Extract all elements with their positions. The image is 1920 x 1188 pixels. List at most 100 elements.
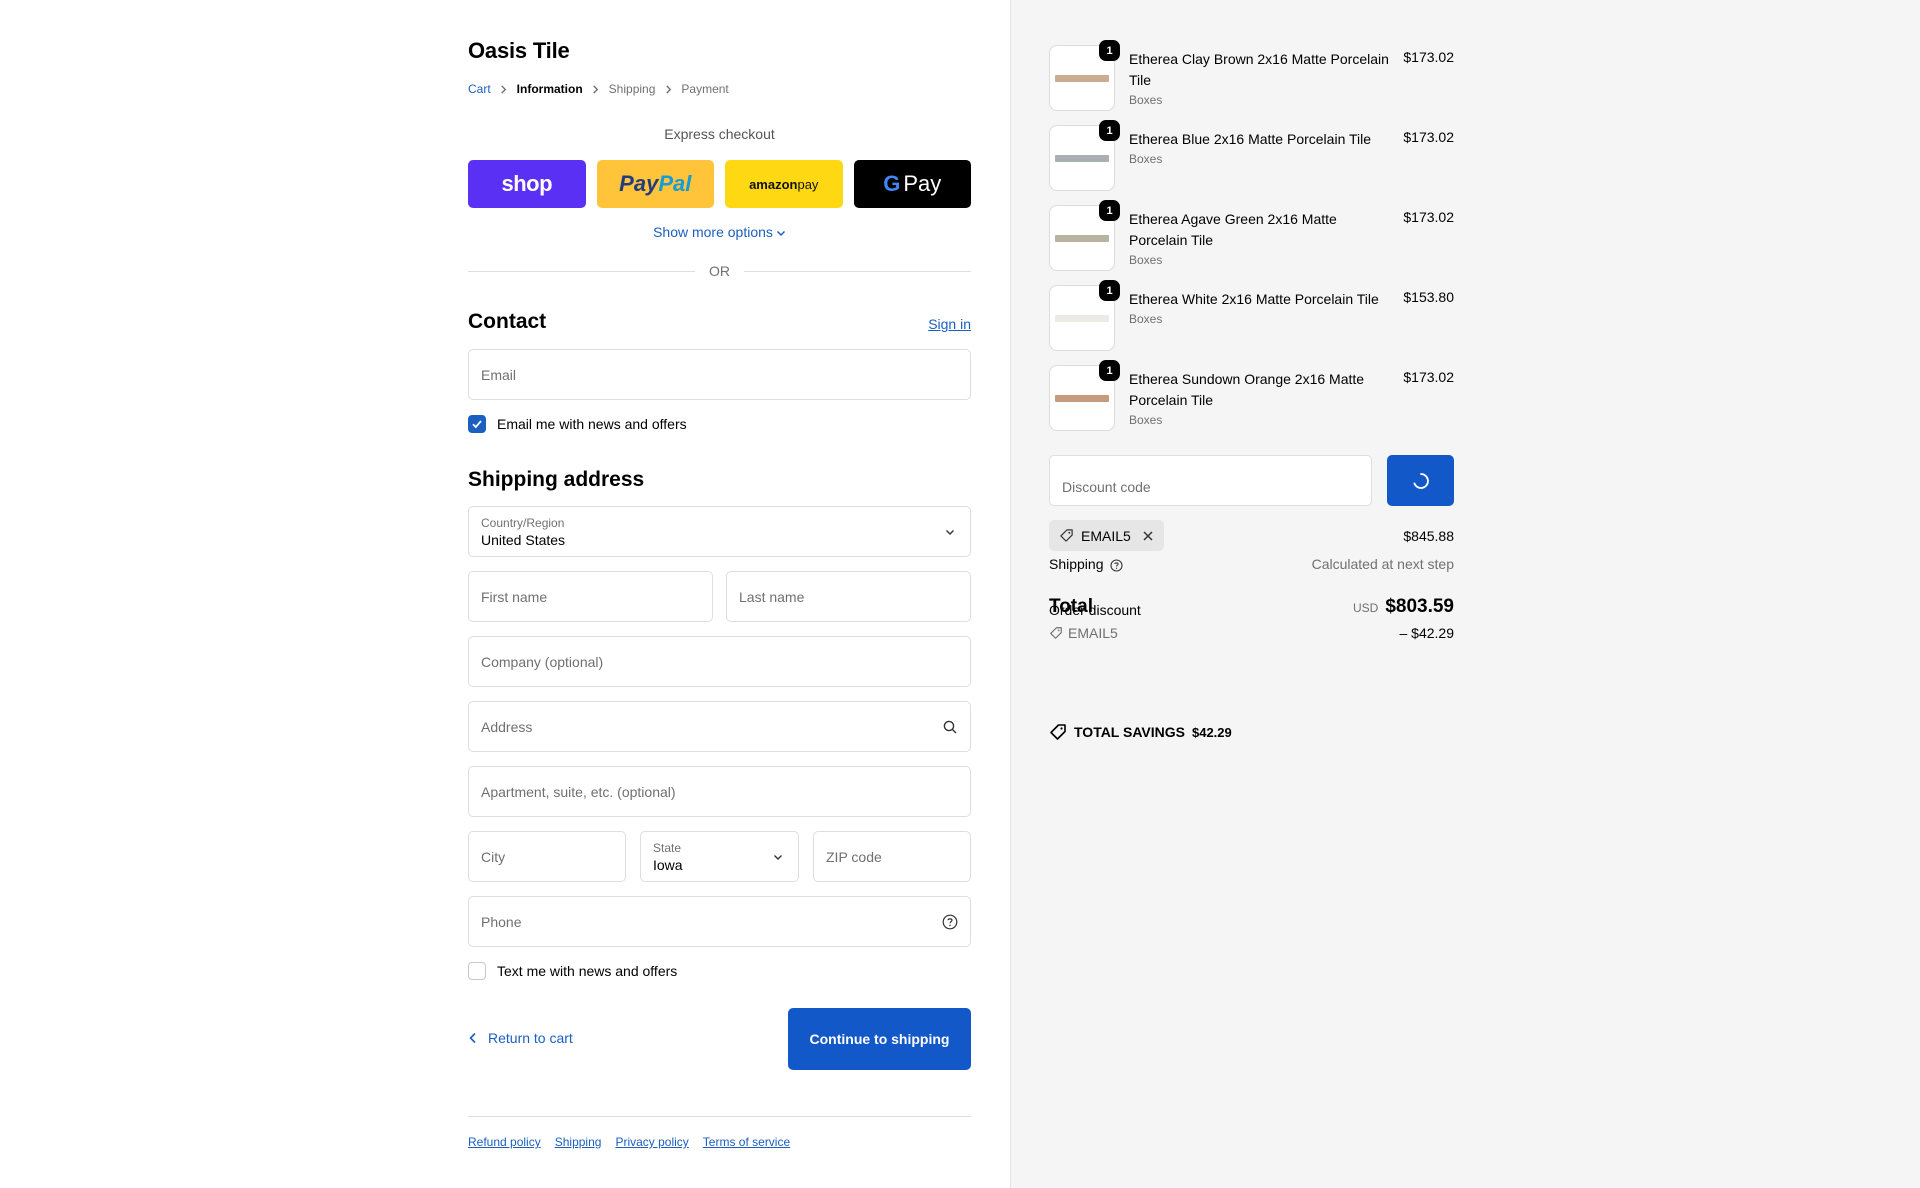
product-variant: Boxes	[1129, 413, 1163, 427]
divider-line	[744, 270, 971, 272]
order-discount-label: Order discount	[1049, 602, 1141, 618]
last-name-field[interactable]: Last name	[726, 571, 971, 622]
shop-pay-logo: shop	[501, 171, 553, 196]
sms-news-label: Text me with news and offers	[497, 963, 678, 979]
tile-swatch	[1055, 395, 1109, 402]
checkout-main-column: Oasis Tile Cart Information Shipping Pay…	[0, 0, 1010, 1188]
sign-in-link[interactable]: Sign in	[928, 316, 971, 332]
product-name: Etherea Sundown Orange 2x16 Matte Porcel…	[1129, 371, 1365, 408]
total-savings-amount: $42.29	[1191, 724, 1232, 740]
product-info: Etherea Agave Green 2x16 Matte Porcelain…	[1129, 209, 1391, 269]
tag-icon	[1050, 627, 1062, 639]
discount-line: EMAIL5 – $42.29	[1049, 625, 1454, 641]
state-label: State	[653, 840, 682, 855]
email-news-option[interactable]: Email me with news and offers	[468, 415, 687, 433]
google-pay-text: Pay	[903, 171, 942, 196]
checkmark-icon	[472, 420, 482, 429]
google-pay-button[interactable]: G Pay	[853, 160, 971, 208]
company-field[interactable]: Company (optional)	[468, 636, 971, 687]
email-field[interactable]: Email	[468, 349, 971, 400]
total-savings: TOTAL SAVINGS $42.29	[1049, 723, 1232, 741]
chevron-down-icon	[776, 231, 785, 237]
return-to-cart-link[interactable]: Return to cart	[468, 1030, 573, 1046]
order-summary-column: 1 Etherea Clay Brown 2x16 Matte Porcelai…	[1010, 0, 1920, 1188]
product-name: Etherea White 2x16 Matte Porcelain Tile	[1129, 291, 1379, 307]
product-price: $153.80	[1403, 289, 1454, 305]
breadcrumb-shipping: Shipping	[608, 82, 656, 96]
tag-icon	[1050, 724, 1066, 740]
shipping-address-title: Shipping address	[468, 468, 645, 491]
loading-spinner-icon	[1413, 472, 1429, 489]
discount-line-amount: – $42.29	[1399, 625, 1455, 641]
product-thumbnail: 1	[1049, 200, 1120, 271]
city-placeholder: City	[481, 848, 506, 865]
shipping-label: Shipping	[1049, 556, 1104, 572]
phone-field[interactable]: Phone	[468, 896, 971, 947]
first-name-placeholder: First name	[481, 588, 548, 605]
amazon-logo: amazon	[749, 176, 798, 192]
apartment-field[interactable]: Apartment, suite, etc. (optional)	[468, 766, 971, 817]
privacy-policy-link[interactable]: Privacy policy	[615, 1135, 688, 1149]
product-variant: Boxes	[1129, 253, 1163, 267]
return-to-cart-label: Return to cart	[488, 1030, 573, 1046]
subtotal-row: $845.88	[1049, 528, 1454, 544]
total-amount: USD $803.59	[1353, 596, 1454, 618]
product-price: $173.02	[1403, 369, 1454, 385]
help-circle-icon[interactable]	[942, 914, 958, 930]
tile-swatch	[1055, 155, 1109, 162]
shop-pay-button[interactable]: shop	[468, 160, 586, 208]
product-price: $173.02	[1403, 209, 1454, 225]
refund-policy-link[interactable]: Refund policy	[468, 1135, 541, 1149]
product-variant: Boxes	[1129, 93, 1163, 107]
tile-swatch	[1055, 75, 1109, 82]
discount-code-placeholder: Discount code	[1062, 479, 1151, 495]
product-name: Etherea Agave Green 2x16 Matte Porcelain…	[1129, 211, 1337, 248]
shop-name[interactable]: Oasis Tile	[468, 38, 570, 64]
terms-of-service-link[interactable]: Terms of service	[703, 1135, 790, 1149]
footer-links: Refund policy Shipping Privacy policy Te…	[468, 1135, 790, 1149]
company-placeholder: Company (optional)	[481, 653, 604, 670]
quantity-badge: 1	[1099, 360, 1120, 381]
product-price: $173.02	[1403, 49, 1454, 65]
breadcrumb-cart[interactable]: Cart	[468, 82, 491, 96]
phone-placeholder: Phone	[481, 913, 522, 930]
currency-code: USD	[1352, 601, 1379, 615]
footer-divider	[468, 1116, 971, 1117]
product-price: $173.02	[1403, 129, 1454, 145]
address-field[interactable]: Address	[468, 701, 971, 752]
breadcrumb: Cart Information Shipping Payment	[468, 82, 729, 96]
zip-placeholder: ZIP code	[826, 848, 882, 865]
amazon-pay-text: pay	[797, 176, 819, 192]
state-select[interactable]: State Iowa	[640, 831, 799, 882]
paypal-button[interactable]: Pay Pal	[596, 160, 714, 208]
shipping-row: Shipping Calculated at next step	[1049, 556, 1454, 572]
breadcrumb-information: Information	[516, 82, 583, 96]
continue-to-shipping-button[interactable]: Continue to shipping	[788, 1008, 971, 1070]
discount-line-code: EMAIL5	[1068, 625, 1118, 641]
chevron-right-icon	[491, 82, 517, 96]
zip-field[interactable]: ZIP code	[813, 831, 971, 882]
apartment-placeholder: Apartment, suite, etc. (optional)	[481, 783, 676, 800]
shipping-label-wrap: Shipping	[1049, 556, 1123, 572]
shipping-policy-link[interactable]: Shipping	[555, 1135, 602, 1149]
product-thumbnail: 1	[1049, 40, 1120, 111]
help-circle-icon[interactable]	[1109, 559, 1123, 572]
express-checkout-buttons: shop Pay Pal amazon pay G Pay	[468, 160, 971, 208]
product-variant: Boxes	[1129, 152, 1163, 166]
sms-news-checkbox[interactable]	[468, 962, 486, 980]
state-value: Iowa	[653, 856, 683, 873]
product-variant: Boxes	[1129, 312, 1163, 326]
apply-discount-button[interactable]	[1387, 455, 1454, 506]
first-name-field[interactable]: First name	[468, 571, 713, 622]
amazon-pay-button[interactable]: amazon pay	[725, 160, 843, 208]
show-more-label: Show more options	[653, 224, 773, 240]
contact-title: Contact	[468, 310, 547, 333]
sms-news-option[interactable]: Text me with news and offers	[468, 962, 677, 980]
country-select[interactable]: Country/Region United States	[468, 506, 971, 557]
discount-code-field[interactable]: Discount code	[1049, 455, 1372, 506]
product-thumbnail: 1	[1049, 360, 1120, 431]
city-field[interactable]: City	[468, 831, 626, 882]
show-more-options-button[interactable]: Show more options	[468, 224, 971, 240]
chevron-down-icon	[774, 854, 782, 860]
email-news-checkbox[interactable]	[468, 415, 486, 433]
